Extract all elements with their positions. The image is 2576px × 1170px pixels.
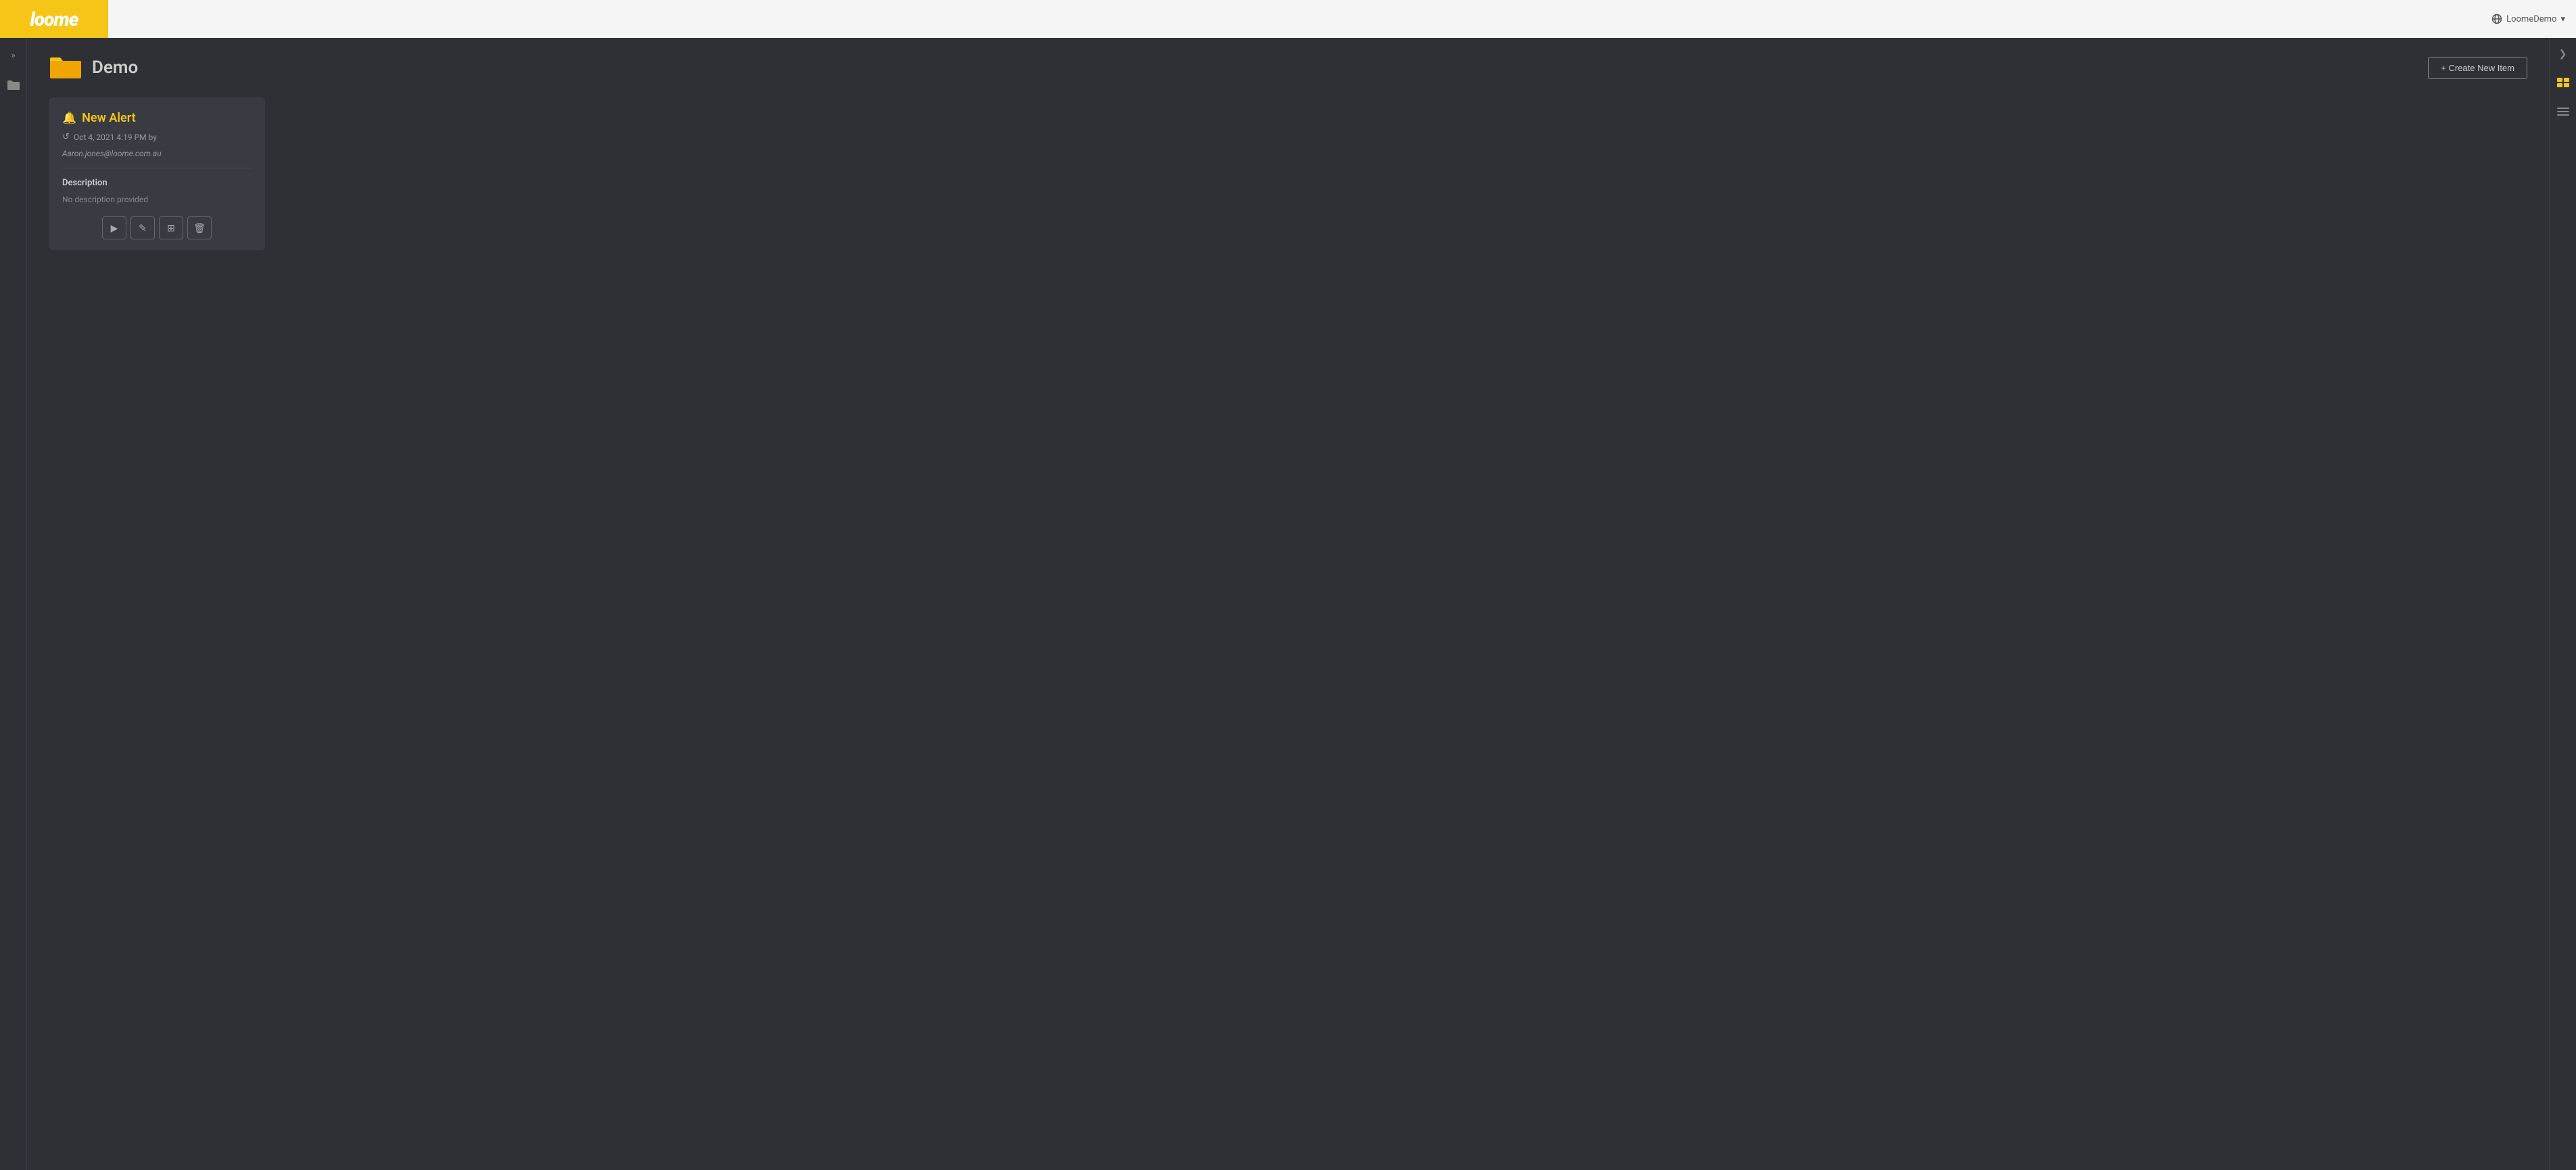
play-button[interactable]: ▶: [102, 216, 126, 239]
folder-icon-large: [49, 54, 82, 81]
list-view-icon[interactable]: [2554, 103, 2573, 122]
alert-card: 🔔 New Alert ↺ Oct 4, 2021 4:19 PM by Aar…: [49, 97, 265, 250]
card-actions: ▶ ✎ ⊞ 🗑: [62, 216, 252, 239]
page-header: Demo + Create New Item: [49, 54, 2527, 81]
card-description-label: Description: [62, 178, 252, 188]
globe-icon: [2491, 14, 2502, 24]
card-meta-date: Oct 4, 2021 4:19 PM by: [74, 133, 157, 142]
history-icon: ↺: [62, 132, 70, 142]
collapse-button[interactable]: ❯: [2555, 46, 2571, 62]
table-button[interactable]: ⊞: [159, 216, 183, 239]
logo-block[interactable]: loome: [0, 0, 108, 38]
top-navbar: loome LoomeDemo ▾: [0, 0, 2576, 38]
cards-area: 🔔 New Alert ↺ Oct 4, 2021 4:19 PM by Aar…: [49, 97, 2527, 1154]
sidebar-folder-icon[interactable]: [4, 76, 23, 95]
sidebar-expand-icon[interactable]: »: [4, 46, 23, 65]
card-title: New Alert: [82, 111, 136, 125]
right-sidebar: ❯: [2549, 38, 2576, 1170]
card-description-value: No description provided: [62, 195, 252, 204]
card-title-row: 🔔 New Alert: [62, 111, 252, 125]
dropdown-arrow: ▾: [2560, 14, 2565, 24]
card-meta-email: Aaron.jones@loome.com.au: [62, 149, 252, 158]
left-sidebar: »: [0, 38, 27, 1170]
create-new-item-button[interactable]: + Create New Item: [2428, 57, 2527, 79]
card-meta: ↺ Oct 4, 2021 4:19 PM by: [62, 132, 252, 142]
page-title-area: Demo: [49, 54, 138, 81]
content-area: Demo + Create New Item 🔔 New Alert ↺ Oct…: [27, 38, 2549, 1170]
app-logo: loome: [30, 8, 78, 30]
card-view-icon[interactable]: [2554, 73, 2573, 92]
delete-button[interactable]: 🗑: [187, 216, 212, 239]
bell-icon: 🔔: [62, 112, 76, 125]
main-area: » Demo + Create New Item: [0, 38, 2576, 1170]
user-label: LoomeDemo: [2506, 14, 2556, 24]
edit-button[interactable]: ✎: [130, 216, 155, 239]
user-menu[interactable]: LoomeDemo ▾: [2491, 14, 2565, 24]
page-title: Demo: [92, 57, 138, 78]
